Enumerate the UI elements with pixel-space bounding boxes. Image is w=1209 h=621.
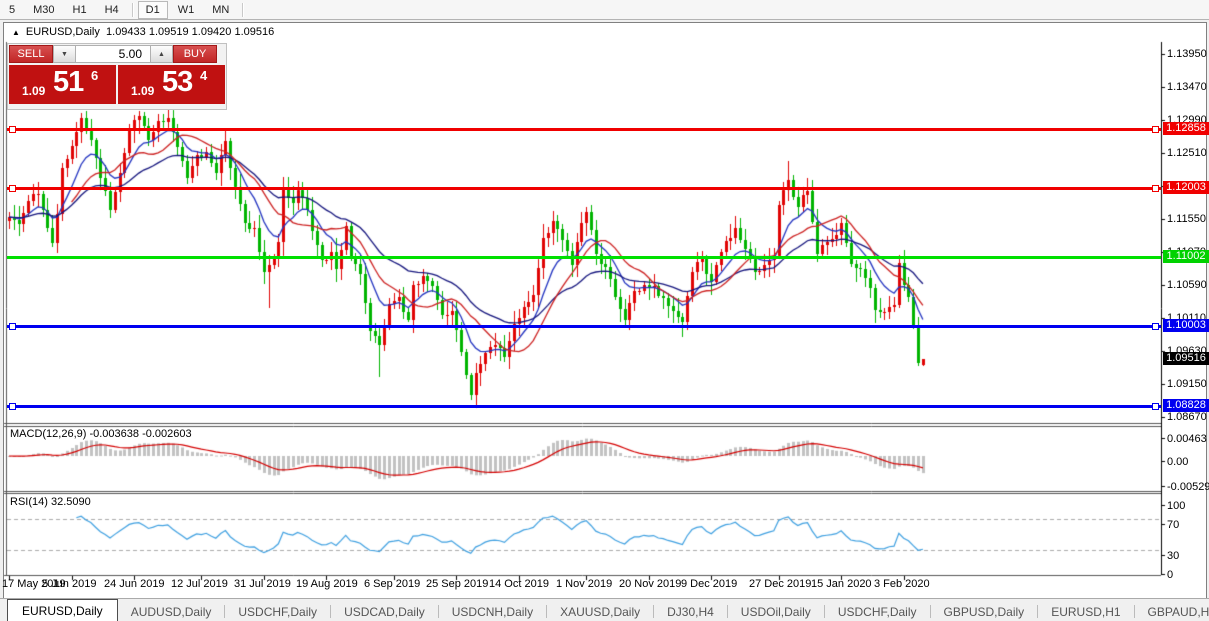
line-endpoint-marker[interactable] [1152, 323, 1159, 330]
line-endpoint-marker[interactable] [9, 185, 16, 192]
chart-header: ▲ EURUSD,Daily 1.09433 1.09519 1.09420 1.… [12, 26, 274, 38]
date-axis-label: 12 Jul 2019 [171, 578, 228, 590]
sell-price-point: 6 [91, 68, 99, 83]
chart-tab-bar: EURUSD,Daily AUDUSD,Daily USDCHF,Daily USDC… [0, 598, 1209, 621]
date-axis-label: 20 Nov 2019 [619, 578, 682, 590]
timeframe-toolbar: 5 M30 H1 H4 D1 W1 MN [0, 0, 1209, 20]
chart-tab-XAUUSD-Daily[interactable]: XAUUSD,Daily [547, 602, 653, 621]
chart-tab-USDCHF-Daily[interactable]: USDCHF,Daily [825, 602, 930, 621]
chart-tab-USDCHF-Daily[interactable]: USDCHF,Daily [225, 602, 330, 621]
timeframe-button-D1[interactable]: D1 [137, 0, 168, 19]
volume-input[interactable] [76, 45, 150, 63]
price-axis-tick: 1.13470 [1167, 81, 1207, 93]
volume-increase-button[interactable]: ▲ [150, 45, 173, 63]
timeframe-button-H4[interactable]: H4 [97, 1, 127, 19]
buy-price-point: 4 [200, 68, 208, 83]
price-badge-1.11002: 1.11002 [1163, 250, 1209, 263]
chart-tab-USDOil-Daily[interactable]: USDOil,Daily [728, 602, 824, 621]
date-axis-label: 1 Nov 2019 [556, 578, 613, 590]
timeframe-button-5[interactable]: 5 [1, 1, 23, 19]
timeframe-button-M30[interactable]: M30 [25, 1, 62, 19]
chart-symbol-label: EURUSD,Daily [25, 26, 100, 38]
chart-tab-AUDUSD-Daily[interactable]: AUDUSD,Daily [118, 602, 225, 621]
toolbar-separator [131, 2, 133, 17]
rsi-axis-tick: 30 [1167, 550, 1180, 562]
timeframe-button-MN[interactable]: MN [204, 1, 237, 19]
timeframe-button-H1[interactable]: H1 [65, 1, 95, 19]
collapse-trade-panel-icon[interactable]: ▲ [12, 28, 20, 37]
date-axis-label: 27 Dec 2019 [749, 578, 812, 590]
rsi-axis-tick: 100 [1167, 500, 1186, 512]
buy-price-major: 1.09 [131, 84, 155, 98]
timeframe-button-W1[interactable]: W1 [170, 1, 203, 19]
chart-tabs: EURUSD,Daily AUDUSD,Daily USDCHF,Daily USDC… [0, 599, 1209, 621]
macd-axis-tick: 0.00 [1167, 456, 1189, 468]
line-endpoint-marker[interactable] [1152, 403, 1159, 410]
buy-price-pips: 53 [162, 66, 193, 98]
macd-axis-tick: -0.005299 [1167, 481, 1209, 493]
price-badge-1.12003: 1.12003 [1163, 181, 1209, 194]
line-endpoint-marker[interactable] [9, 126, 16, 133]
sell-price-pips: 51 [53, 66, 84, 98]
date-axis-label: 25 Sep 2019 [426, 578, 489, 590]
horizontal-line-1.10003[interactable] [7, 323, 1161, 330]
price-axis-tick: 1.13950 [1167, 48, 1207, 60]
chart-tab-EURUSD-H1[interactable]: EURUSD,H1 [1038, 602, 1133, 621]
buy-price-panel[interactable]: 1.09 53 4 [118, 65, 225, 104]
line-endpoint-marker[interactable] [9, 323, 16, 330]
mt4-terminal: 5 M30 H1 H4 D1 W1 MN ▲ EURUSD,Daily 1.09433 1.0… [0, 0, 1209, 621]
chart-tab-USDCNH-Daily[interactable]: USDCNH,Daily [439, 602, 546, 621]
price-axis-tick: 1.12510 [1167, 147, 1207, 159]
price-axis-tick: 1.08670 [1167, 411, 1207, 423]
horizontal-line-1.08828[interactable] [7, 403, 1161, 410]
date-axis-label: 3 Feb 2020 [874, 578, 930, 590]
line-endpoint-marker[interactable] [1152, 126, 1159, 133]
macd-pane-divider[interactable] [4, 423, 1161, 426]
date-axis-label: 24 Jun 2019 [104, 578, 165, 590]
buy-button[interactable]: BUY [173, 45, 217, 63]
chart-tab-GBPAUD-H1[interactable]: GBPAUD,H1 [1135, 602, 1209, 621]
horizontal-line-1.11002[interactable] [7, 256, 1161, 259]
chart-tab-EURUSD-Daily[interactable]: EURUSD,Daily [7, 599, 118, 621]
sell-price-panel[interactable]: 1.09 51 6 [9, 65, 116, 104]
price-axis-tick: 1.10590 [1167, 279, 1207, 291]
volume-decrease-button[interactable]: ▼ [53, 45, 76, 63]
price-badge-1.08828: 1.08828 [1163, 399, 1209, 412]
date-axis-label: 14 Oct 2019 [489, 578, 549, 590]
macd-indicator-label: MACD(12,26,9) -0.003638 -0.002603 [10, 428, 192, 440]
chart-ohlc-values: 1.09433 1.09519 1.09420 1.09516 [106, 26, 275, 38]
horizontal-line-1.12858[interactable] [7, 126, 1161, 133]
rsi-axis-tick: 70 [1167, 519, 1180, 531]
rsi-pane-divider[interactable] [4, 491, 1161, 494]
date-axis-label: 9 Dec 2019 [681, 578, 738, 590]
chart-tab-GBPUSD-Daily[interactable]: GBPUSD,Daily [931, 602, 1038, 621]
chart-tab-DJ30-H4[interactable]: DJ30,H4 [654, 602, 727, 621]
chart-tab-USDCAD-Daily[interactable]: USDCAD,Daily [331, 602, 438, 621]
toolbar-separator [242, 2, 244, 17]
price-axis-tick: 1.09150 [1167, 378, 1207, 390]
line-endpoint-marker[interactable] [1152, 185, 1159, 192]
macd-axis-tick: 0.00463 [1167, 433, 1207, 445]
rsi-indicator-label: RSI(14) 32.5090 [10, 496, 91, 508]
date-axis-label: 5 Jun 2019 [42, 578, 97, 590]
sell-button[interactable]: SELL [9, 45, 53, 63]
price-badge-1.12858: 1.12858 [1163, 122, 1209, 135]
date-axis-label: 19 Aug 2019 [296, 578, 358, 590]
horizontal-line-1.12003[interactable] [7, 185, 1161, 192]
price-badge-1.09516: 1.09516 [1163, 352, 1209, 365]
date-axis-label: 15 Jan 2020 [811, 578, 872, 590]
sell-price-major: 1.09 [22, 84, 46, 98]
date-axis-label: 31 Jul 2019 [234, 578, 291, 590]
date-axis-label: 6 Sep 2019 [364, 578, 421, 590]
line-endpoint-marker[interactable] [9, 403, 16, 410]
price-badge-1.10003: 1.10003 [1163, 319, 1209, 332]
rsi-axis-tick: 0 [1167, 569, 1174, 581]
price-axis-tick: 1.11550 [1167, 213, 1206, 225]
one-click-trade-panel: SELL ▼ ▲ BUY 1.09 51 6 1.09 53 4 [7, 43, 227, 110]
